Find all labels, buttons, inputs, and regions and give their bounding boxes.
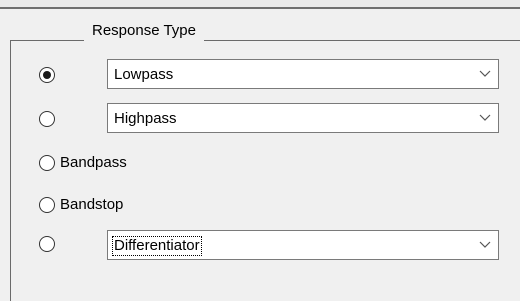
window-top-edge xyxy=(0,0,520,9)
chevron-down-icon[interactable] xyxy=(472,231,498,259)
lowpass-select-value: Lowpass xyxy=(114,66,174,83)
highpass-select[interactable]: Highpass xyxy=(107,103,499,133)
highpass-select-value: Highpass xyxy=(114,110,177,127)
chevron-down-icon[interactable] xyxy=(472,60,498,88)
group-title: Response Type xyxy=(84,21,204,41)
radio-differentiator[interactable] xyxy=(39,236,55,252)
radio-bandstop[interactable] xyxy=(39,197,55,213)
differentiator-select[interactable]: Differentiator xyxy=(107,230,499,260)
differentiator-select-value: Differentiator xyxy=(112,236,202,256)
radio-highpass[interactable] xyxy=(39,111,55,127)
radio-bandpass[interactable] xyxy=(39,155,55,171)
bandpass-label[interactable]: Bandpass xyxy=(60,153,127,173)
lowpass-select[interactable]: Lowpass xyxy=(107,59,499,89)
bandstop-label[interactable]: Bandstop xyxy=(60,195,123,215)
chevron-down-icon[interactable] xyxy=(472,104,498,132)
radio-lowpass[interactable] xyxy=(39,67,55,83)
